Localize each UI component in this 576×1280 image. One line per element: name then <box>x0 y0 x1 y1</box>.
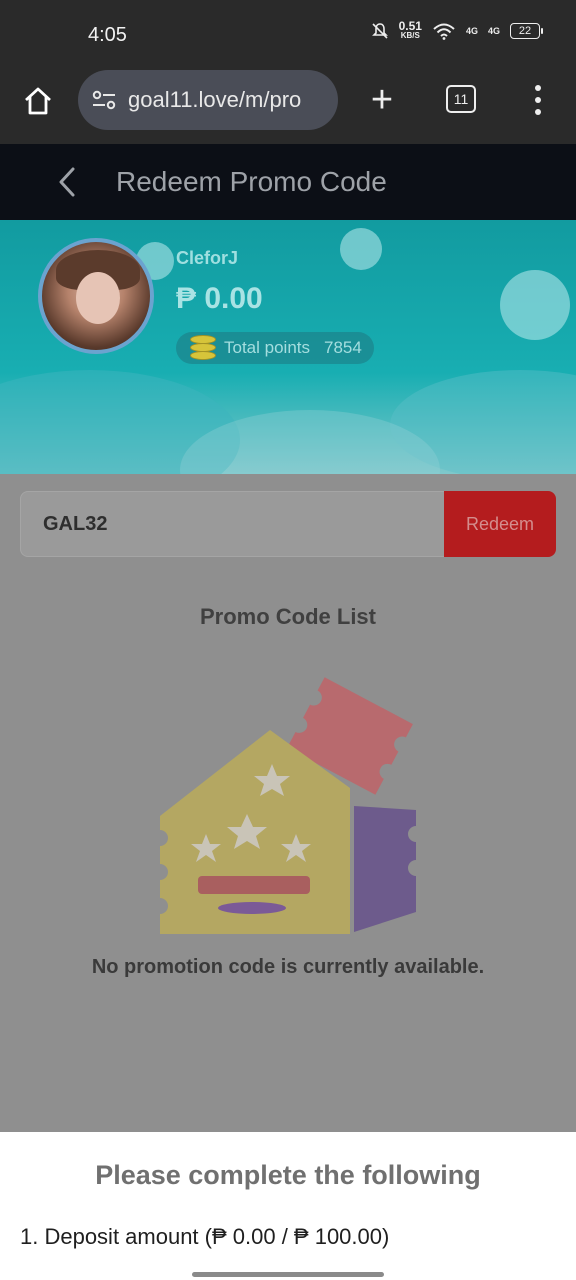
redeem-button[interactable]: Redeem <box>444 491 556 557</box>
balance: ₱ 0.00 <box>176 282 263 315</box>
empty-state-message: No promotion code is currently available… <box>91 956 485 978</box>
signal-2-icon: 4G <box>487 26 500 36</box>
status-bar: 4:05 0.51 KB/S 4G 4G 22 <box>0 0 576 70</box>
browser-toolbar: goal11.love/m/pro + 11 <box>0 70 576 144</box>
home-icon <box>25 87 51 115</box>
app-header: Redeem Promo Code <box>0 144 576 220</box>
address-bar[interactable]: goal11.love/m/pro <box>78 70 338 130</box>
decor-bubble <box>340 228 382 270</box>
page-title: Redeem Promo Code <box>116 166 387 197</box>
tab-switcher-button[interactable]: 11 <box>446 85 476 113</box>
battery-icon: 22 <box>510 23 543 39</box>
back-button[interactable] <box>50 164 84 200</box>
status-icons: 0.51 KB/S 4G 4G 22 <box>371 19 543 40</box>
menu-dot <box>535 97 541 103</box>
decor-bubble <box>500 270 570 340</box>
avatar[interactable] <box>38 238 154 354</box>
requirement-item: 1. Deposit amount (₱ 0.00 / ₱ 100.00) <box>20 1224 390 1249</box>
points-badge: Total points 7854 <box>176 332 374 364</box>
sheet-title: Please complete the following <box>95 1160 481 1190</box>
site-settings-icon[interactable] <box>90 86 118 114</box>
browser-menu-button[interactable] <box>526 82 550 118</box>
tab-count: 11 <box>453 91 469 107</box>
new-tab-button[interactable]: + <box>362 81 402 121</box>
status-time: 4:05 <box>88 24 127 46</box>
coins-icon <box>190 335 216 361</box>
profile-banner: CleforJ ₱ 0.00 Total points 7854 <box>0 220 576 474</box>
menu-dot <box>535 109 541 115</box>
url-text: goal11.love/m/pro <box>128 87 302 112</box>
promo-code-input[interactable] <box>20 491 444 557</box>
username: CleforJ <box>176 248 239 268</box>
net-speed-value: 0.51 <box>398 19 422 33</box>
mute-bell-icon <box>371 23 388 39</box>
points-label: Total points <box>224 338 310 357</box>
requirements-sheet: Please complete the following 1. Deposit… <box>0 1132 576 1280</box>
net-speed-unit: KB/S <box>400 31 420 40</box>
menu-dot <box>535 85 541 91</box>
battery-level: 22 <box>518 25 532 37</box>
empty-tickets-illustration <box>160 677 416 934</box>
points-value: 7854 <box>324 338 362 357</box>
promo-list-title: Promo Code List <box>199 604 376 629</box>
signal-1-icon: 4G <box>465 26 478 36</box>
wifi-icon <box>433 23 455 40</box>
net-speed-indicator: 0.51 KB/S <box>398 19 422 40</box>
home-button[interactable] <box>18 81 58 121</box>
chevron-left-icon <box>59 167 75 197</box>
gesture-home-indicator[interactable] <box>192 1272 384 1277</box>
promo-code-form: Redeem <box>20 491 556 557</box>
